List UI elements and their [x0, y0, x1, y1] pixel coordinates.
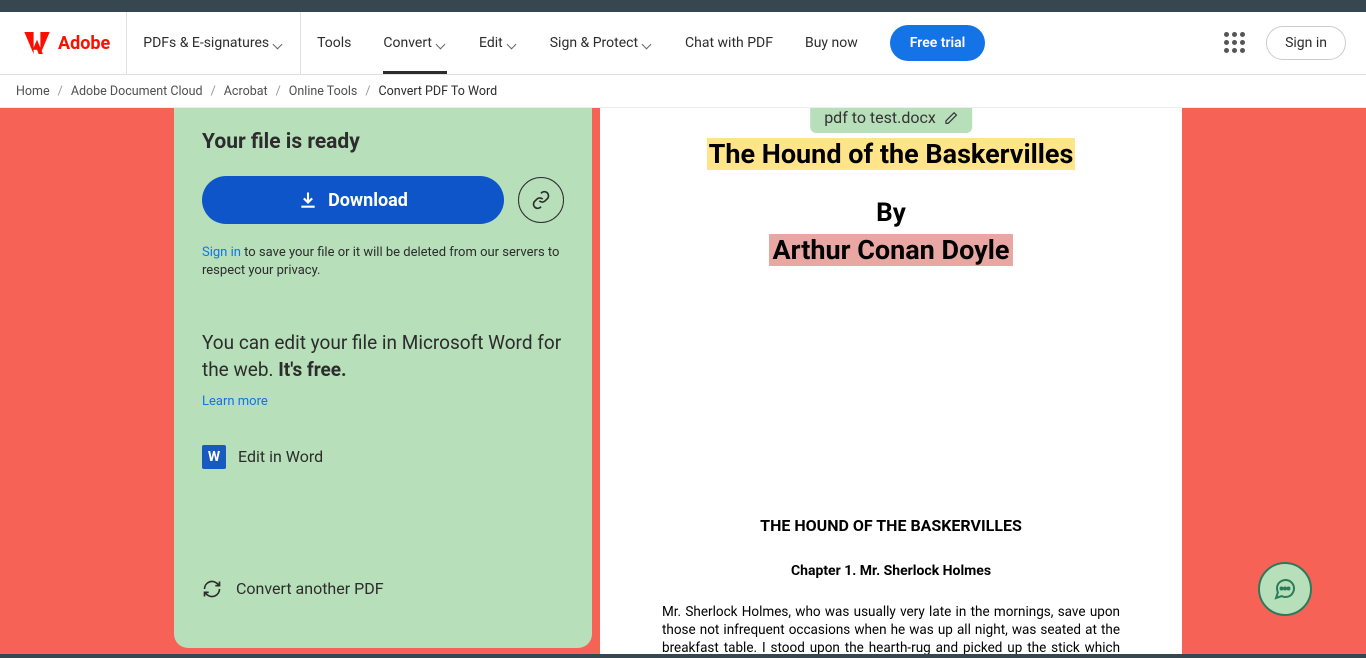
- edit-hint-bold: It's free.: [278, 358, 346, 381]
- nav-convert-label: Convert: [383, 35, 432, 51]
- nav-tools-label: Tools: [317, 35, 351, 51]
- chat-fab[interactable]: [1258, 562, 1312, 616]
- adobe-logo[interactable]: Adobe: [8, 12, 127, 74]
- browser-chrome: [0, 0, 1366, 12]
- doc-author: Arthur Conan Doyle: [769, 234, 1014, 266]
- breadcrumb-online[interactable]: Online Tools: [281, 84, 366, 99]
- nav-buy-label: Buy now: [805, 35, 858, 51]
- pencil-icon: [944, 111, 958, 125]
- nav-sign[interactable]: Sign & Protect: [534, 12, 669, 74]
- document-body: The Hound of the Baskervilles By Arthur …: [600, 108, 1182, 654]
- refresh-icon: [202, 579, 222, 599]
- nav-pdfs-label: PDFs & E-signatures: [143, 35, 269, 51]
- nav-convert[interactable]: Convert: [367, 12, 463, 74]
- doc-chapter: Chapter 1. Mr. Sherlock Holmes: [660, 563, 1122, 579]
- filename-text: pdf to test.docx: [824, 108, 936, 127]
- doc-heading: THE HOUND OF THE BASKERVILLES: [660, 516, 1122, 535]
- link-icon: [531, 190, 551, 210]
- edit-in-word-label: Edit in Word: [238, 447, 323, 466]
- copy-link-button[interactable]: [518, 177, 564, 223]
- chevron-down-icon: [508, 38, 518, 48]
- chevron-down-icon: [643, 38, 653, 48]
- signin-hint-text: to save your file or it will be deleted …: [202, 245, 559, 278]
- word-icon: W: [202, 445, 226, 469]
- breadcrumb-current: Convert PDF To Word: [371, 84, 506, 99]
- learn-more-link[interactable]: Learn more: [202, 394, 564, 409]
- signin-link[interactable]: Sign in: [202, 245, 241, 260]
- app-switcher-icon[interactable]: [1224, 32, 1246, 54]
- nav-pdfs[interactable]: PDFs & E-signatures: [127, 12, 301, 74]
- edit-in-word-button[interactable]: W Edit in Word: [202, 445, 564, 469]
- nav-chat-label: Chat with PDF: [685, 35, 773, 51]
- main-nav: PDFs & E-signatures Tools Convert Edit S…: [127, 12, 1001, 74]
- download-button[interactable]: Download: [202, 176, 504, 224]
- adobe-logo-text: Adobe: [58, 33, 110, 54]
- nav-edit-label: Edit: [479, 35, 503, 51]
- doc-by: By: [660, 198, 1122, 228]
- content-area: Your file is ready Download Sign in to s…: [0, 108, 1366, 654]
- breadcrumb-acrobat[interactable]: Acrobat: [216, 84, 276, 99]
- signin-header-button[interactable]: Sign in: [1266, 26, 1346, 60]
- nav-tools[interactable]: Tools: [301, 12, 367, 74]
- convert-another-label: Convert another PDF: [236, 579, 384, 598]
- main-header: Adobe PDFs & E-signatures Tools Convert …: [0, 12, 1366, 75]
- doc-title: The Hound of the Baskervilles: [707, 138, 1076, 170]
- document-preview: pdf to test.docx The Hound of the Basker…: [600, 108, 1182, 654]
- panel-heading: Your file is ready: [202, 130, 564, 154]
- signin-hint: Sign in to save your file or it will be …: [202, 244, 564, 280]
- chat-icon: [1273, 577, 1297, 601]
- nav-edit[interactable]: Edit: [463, 12, 534, 74]
- chevron-down-icon: [274, 38, 284, 48]
- nav-chat[interactable]: Chat with PDF: [669, 12, 789, 74]
- edit-hint-text: You can edit your file in Microsoft Word…: [202, 331, 561, 381]
- nav-buy[interactable]: Buy now: [789, 12, 874, 74]
- nav-trial[interactable]: Free trial: [874, 12, 1002, 74]
- download-label: Download: [328, 190, 408, 211]
- download-icon: [298, 190, 318, 210]
- breadcrumb-adc[interactable]: Adobe Document Cloud: [63, 84, 211, 99]
- doc-paragraph: Mr. Sherlock Holmes, who was usually ver…: [660, 603, 1122, 654]
- nav-sign-label: Sign & Protect: [550, 35, 638, 51]
- convert-another-button[interactable]: Convert another PDF: [202, 579, 564, 599]
- filename-badge[interactable]: pdf to test.docx: [810, 108, 972, 133]
- free-trial-button[interactable]: Free trial: [890, 25, 986, 61]
- edit-hint: You can edit your file in Microsoft Word…: [202, 330, 564, 383]
- chevron-down-icon: [437, 38, 447, 48]
- breadcrumb: Home/ Adobe Document Cloud/ Acrobat/ Onl…: [0, 75, 1366, 108]
- result-panel: Your file is ready Download Sign in to s…: [174, 108, 592, 648]
- adobe-logo-icon: [24, 32, 50, 54]
- breadcrumb-home[interactable]: Home: [8, 84, 58, 99]
